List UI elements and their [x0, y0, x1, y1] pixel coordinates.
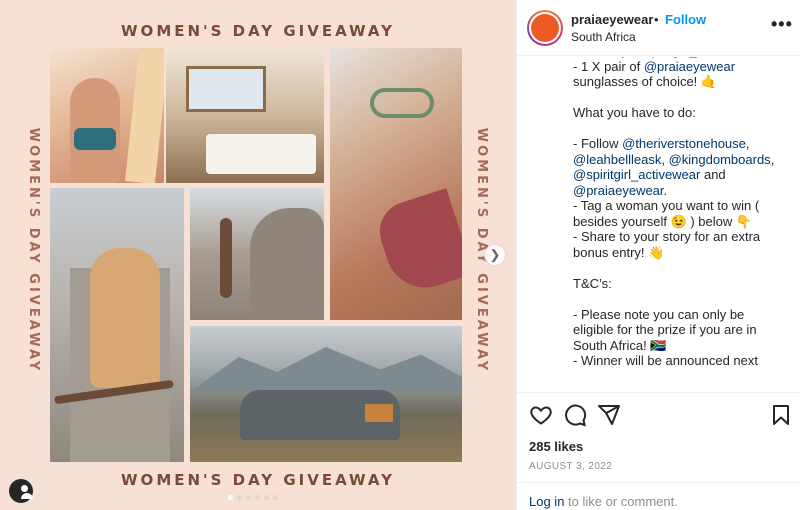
- caption-line: sunglasses of choice! 🤙: [573, 74, 795, 90]
- caption-text-span: - Follow: [573, 136, 623, 151]
- carousel-dot: [228, 495, 233, 500]
- caption-text-span: South Africa! 🇿🇦: [573, 337, 667, 353]
- carousel-dot: [255, 495, 260, 500]
- mention-link[interactable]: @leahbellleask: [573, 152, 661, 167]
- post-media[interactable]: WOMEN'S DAY GIVEAWAY WOMEN'S DAY GIVEAWA…: [0, 0, 516, 510]
- caption-text-span: bonus entry! 👋: [573, 244, 665, 260]
- photo-skateboarder: [50, 188, 184, 462]
- caption-text-span: - Tag a woman you want to win (: [573, 198, 760, 213]
- caption-text-span: ,: [661, 151, 669, 167]
- carousel-next-button[interactable]: ❯: [484, 244, 506, 266]
- more-options-icon[interactable]: •••: [771, 14, 793, 35]
- likes-count[interactable]: 285 likes: [529, 439, 583, 454]
- photo-yoga-rock: [190, 188, 324, 320]
- bookmark-icon[interactable]: [769, 403, 793, 427]
- caption-text-span: - 1 X pair of: [573, 58, 644, 74]
- photo-bedroom: [166, 48, 324, 183]
- mention-link[interactable]: @theriverstonehouse: [622, 136, 746, 151]
- carousel-dot: [264, 495, 269, 500]
- caption-text-span: .🤙: [758, 57, 778, 58]
- post-header: praiaeyewear • Follow South Africa •••: [517, 0, 800, 56]
- caption-text-span: ,: [770, 151, 775, 167]
- caption-line: - 1 X pair of @praiaeyewear: [573, 59, 795, 75]
- login-prompt: Log in to like or comment.: [517, 482, 800, 510]
- chevron-right-icon: ❯: [489, 247, 501, 262]
- side-title-left-text: WOMEN'S DAY GIVEAWAY: [26, 127, 42, 373]
- caption-line: - Follow @theriverstonehouse,: [573, 136, 795, 152]
- username-link[interactable]: praiaeyewear: [571, 12, 653, 27]
- avatar[interactable]: [527, 10, 563, 46]
- caption-line: - Share to your story for an extra: [573, 229, 795, 245]
- action-bar: [517, 392, 800, 436]
- caption-line: What you have to do:: [573, 105, 795, 121]
- caption-text-span: - Share to your story for an extra: [573, 229, 761, 244]
- caption-text-span: ,: [745, 136, 750, 151]
- comment-icon[interactable]: [563, 403, 587, 427]
- carousel-indicator: [228, 495, 278, 500]
- caption-line: @leahbellleask, @kingdomboards,: [573, 152, 795, 168]
- banner-title-bottom: WOMEN'S DAY GIVEAWAY: [121, 471, 395, 489]
- caption-text-span: besides yourself 😉 ) below 👇: [573, 213, 753, 229]
- carousel-dot: [273, 495, 278, 500]
- photo-river-house: [190, 326, 462, 462]
- caption-text-span: eligible for the prize if you are in: [573, 322, 757, 337]
- caption-line: eligible for the prize if you are in: [573, 322, 795, 338]
- caption-text: choice by @spiritgirl_activewear.🤙- 1 X …: [573, 57, 795, 369]
- login-link[interactable]: Log in: [529, 494, 564, 509]
- follow-button[interactable]: Follow: [665, 12, 706, 27]
- header-separator: •: [654, 12, 659, 27]
- caption-text-span: T&C’s:: [573, 275, 612, 291]
- caption-line: South Africa! 🇿🇦: [573, 338, 795, 354]
- caption-text-span: .: [663, 182, 668, 198]
- mention-link[interactable]: @kingdomboards: [669, 152, 771, 167]
- photo-sunglasses-swimwear: [330, 48, 462, 320]
- tagged-users-button[interactable]: [9, 479, 33, 503]
- caption-text-span: - Please note you can only be: [573, 306, 745, 322]
- caption-text-span: sunglasses of choice! 🤙: [573, 74, 718, 89]
- caption-line: @spiritgirl_activewear and: [573, 167, 795, 183]
- caption-text-span: - Winner will be announced next: [573, 353, 758, 368]
- caption-line: @praiaeyewear.: [573, 183, 795, 199]
- location-link[interactable]: South Africa: [571, 30, 636, 44]
- caption-text-span: and: [700, 167, 726, 182]
- login-prompt-text: to like or comment.: [564, 494, 678, 509]
- caption-text-span: What you have to do:: [573, 105, 696, 120]
- banner-title-top: WOMEN'S DAY GIVEAWAY: [121, 22, 395, 40]
- side-title-left: WOMEN'S DAY GIVEAWAY: [24, 110, 44, 390]
- carousel-dot: [237, 495, 242, 500]
- caption-line: - Please note you can only be: [573, 307, 795, 323]
- photo-surfer: [50, 48, 164, 183]
- share-icon[interactable]: [597, 403, 621, 427]
- caption-scroll-area[interactable]: choice by @spiritgirl_activewear.🤙- 1 X …: [573, 57, 795, 391]
- caption-line: bonus entry! 👋: [573, 245, 795, 261]
- post-date: AUGUST 3, 2022: [529, 461, 613, 472]
- post-details-panel: praiaeyewear • Follow South Africa ••• c…: [516, 0, 800, 510]
- mention-link[interactable]: @spiritgirl_activewear: [573, 167, 700, 182]
- mention-link[interactable]: @praiaeyewear: [644, 59, 735, 74]
- caption-line: besides yourself 😉 ) below 👇: [573, 214, 795, 230]
- caption-line: - Tag a woman you want to win (: [573, 198, 795, 214]
- caption-line: T&C’s:: [573, 276, 795, 292]
- mention-link[interactable]: @praiaeyewear: [573, 183, 664, 198]
- caption-line: - Winner will be announced next: [573, 353, 795, 369]
- carousel-dot: [246, 495, 251, 500]
- heart-icon[interactable]: [529, 403, 553, 427]
